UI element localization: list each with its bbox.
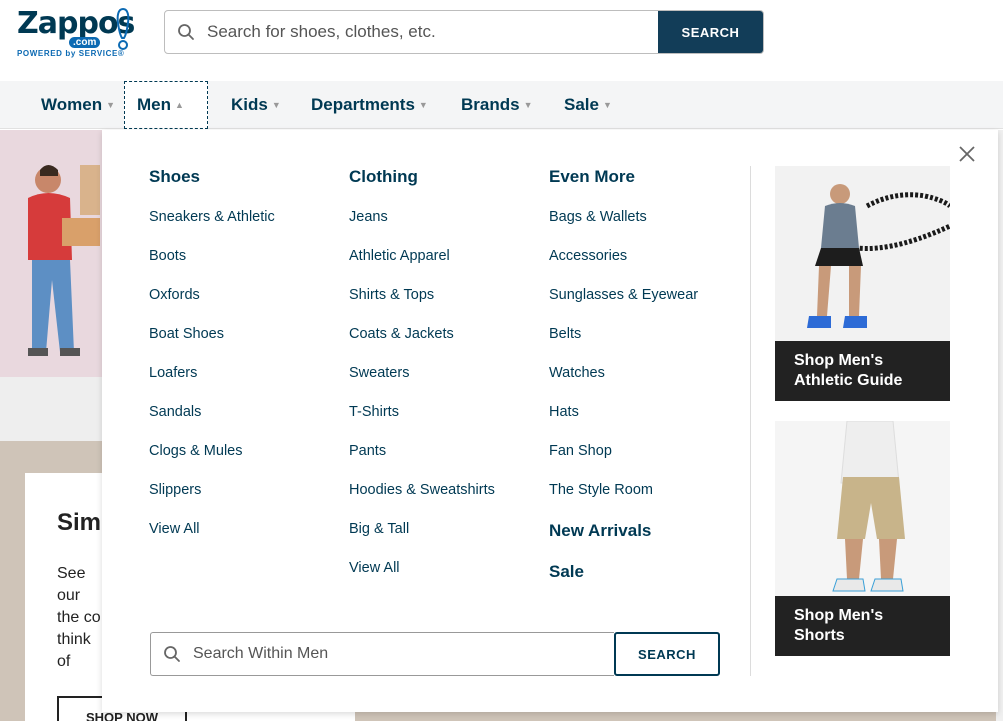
promo-caption-line: Shorts <box>794 627 845 644</box>
promo-caption: Shop Men's Athletic Guide <box>775 341 950 401</box>
caret-down-icon: ▼ <box>602 100 612 110</box>
search-icon <box>151 645 193 663</box>
promo-athletic-guide[interactable]: Shop Men's Athletic Guide <box>775 166 950 401</box>
menu-link[interactable]: Oxfords <box>149 284 275 323</box>
nav-item-kids[interactable]: Kids ▼ <box>231 81 281 129</box>
menu-link[interactable]: Sunglasses & Eyewear <box>549 284 698 323</box>
site-header: Zappos .com POWERED by SERVICE® SEARCH <box>0 0 1003 81</box>
promo-caption-line: Shop Men's <box>794 607 884 624</box>
site-search: SEARCH <box>164 10 764 54</box>
menu-link[interactable]: Coats & Jackets <box>349 323 495 362</box>
caret-down-icon: ▼ <box>271 100 281 110</box>
promo-caption-line: Shop Men's <box>794 352 884 369</box>
menu-link[interactable]: Sweaters <box>349 362 495 401</box>
nav-item-label: Sale <box>564 95 599 114</box>
nav-item-label: Brands <box>461 95 520 114</box>
logo-tagline: POWERED by SERVICE® <box>17 49 125 58</box>
menu-link[interactable]: Loafers <box>149 362 275 401</box>
shorts-man-image <box>775 421 950 596</box>
search-within-men: SEARCH <box>150 632 720 676</box>
menu-link[interactable]: Sneakers & Athletic <box>149 206 275 245</box>
menu-link[interactable]: Sandals <box>149 401 275 440</box>
delivery-person-illustration <box>28 165 100 356</box>
menu-link[interactable]: Belts <box>549 323 698 362</box>
athletic-man-image <box>775 166 950 341</box>
menu-link[interactable]: Big & Tall <box>349 518 495 557</box>
nav-item-women[interactable]: Women ▼ <box>41 81 115 129</box>
menu-link[interactable]: Fan Shop <box>549 440 698 479</box>
promo-shorts[interactable]: Shop Men's Shorts <box>775 421 950 656</box>
nav-item-men[interactable]: Men ▲ <box>124 81 208 129</box>
logo-com-badge: .com <box>69 37 101 48</box>
menu-link[interactable]: Accessories <box>549 245 698 284</box>
menu-column-even-more: Even More Bags & Wallets Accessories Sun… <box>549 166 698 600</box>
menu-link[interactable]: T-Shirts <box>349 401 495 440</box>
menu-link[interactable]: The Style Room <box>549 479 698 518</box>
menu-link[interactable]: Watches <box>549 362 698 401</box>
menu-link-view-all[interactable]: View All <box>149 518 275 557</box>
search-icon <box>165 11 207 53</box>
menu-column-shoes: Shoes Sneakers & Athletic Boots Oxfords … <box>149 166 275 557</box>
nav-item-label: Men <box>137 95 171 114</box>
menu-link-view-all[interactable]: View All <box>349 557 495 596</box>
site-search-button[interactable]: SEARCH <box>658 11 763 53</box>
promo-card-text: See our the co think of jogger Birken <box>57 565 101 670</box>
menu-link[interactable]: Shirts & Tops <box>349 284 495 323</box>
menu-link[interactable]: Pants <box>349 440 495 479</box>
menu-link[interactable]: Boat Shoes <box>149 323 275 362</box>
menu-link-new-arrivals[interactable]: New Arrivals <box>549 518 698 559</box>
menu-link[interactable]: Athletic Apparel <box>349 245 495 284</box>
men-dropdown-menu: Shoes Sneakers & Athletic Boots Oxfords … <box>102 130 998 712</box>
nav-item-departments[interactable]: Departments ▼ <box>311 81 428 129</box>
zappos-logo[interactable]: Zappos .com POWERED by SERVICE® <box>17 6 135 58</box>
nav-item-sale[interactable]: Sale ▼ <box>564 81 612 129</box>
menu-column-clothing: Clothing Jeans Athletic Apparel Shirts &… <box>349 166 495 596</box>
column-divider <box>750 166 751 676</box>
site-search-input[interactable] <box>207 11 658 53</box>
promo-caption: Shop Men's Shorts <box>775 596 950 656</box>
main-nav: Women ▼ Men ▲ Kids ▼ Departments ▼ Brands ▼ S… <box>0 81 1003 129</box>
nav-item-label: Departments <box>311 95 415 114</box>
menu-link[interactable]: Bags & Wallets <box>549 206 698 245</box>
menu-link-sale[interactable]: Sale <box>549 559 698 600</box>
nav-item-label: Women <box>41 95 103 114</box>
menu-link[interactable]: Jeans <box>349 206 495 245</box>
column-heading[interactable]: Shoes <box>149 166 275 206</box>
caret-up-icon: ▲ <box>175 100 184 110</box>
caret-down-icon: ▼ <box>418 100 428 110</box>
nav-item-label: Kids <box>231 95 268 114</box>
column-heading[interactable]: Even More <box>549 166 698 206</box>
search-within-button[interactable]: SEARCH <box>614 632 720 676</box>
shoe-print-icon <box>116 8 130 50</box>
nav-item-brands[interactable]: Brands ▼ <box>461 81 533 129</box>
menu-link[interactable]: Hats <box>549 401 698 440</box>
menu-link[interactable]: Slippers <box>149 479 275 518</box>
search-within-input[interactable] <box>193 645 614 663</box>
menu-link[interactable]: Clogs & Mules <box>149 440 275 479</box>
promo-card-title: Sim <box>57 509 102 536</box>
menu-link[interactable]: Boots <box>149 245 275 284</box>
column-heading[interactable]: Clothing <box>349 166 495 206</box>
caret-down-icon: ▼ <box>523 100 533 110</box>
menu-link[interactable]: Hoodies & Sweatshirts <box>349 479 495 518</box>
promo-caption-line: Athletic Guide <box>794 372 903 389</box>
caret-down-icon: ▼ <box>106 100 115 110</box>
close-icon[interactable] <box>957 144 977 164</box>
search-within-box <box>150 632 614 676</box>
